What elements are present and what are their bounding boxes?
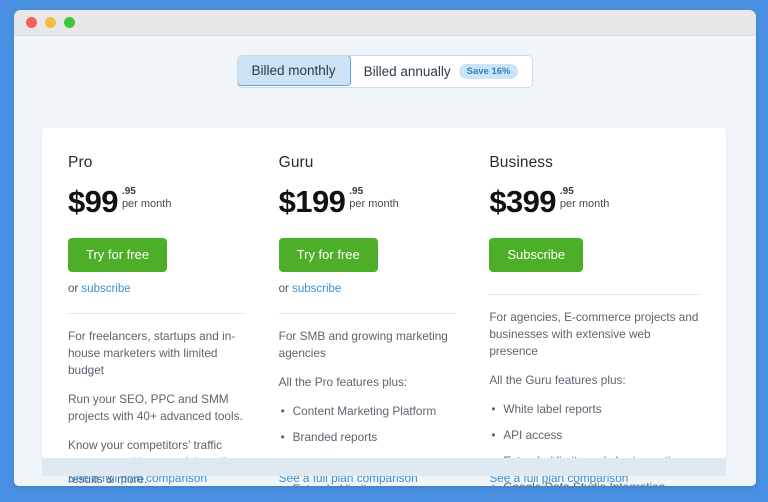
tab-billed-monthly[interactable]: Billed monthly <box>237 56 351 86</box>
feature-item: API access <box>491 427 700 444</box>
subscribe-link-pro[interactable]: subscribe <box>81 283 130 295</box>
plan-price-guru: $199 .95 per month <box>279 186 456 220</box>
plan-column-business: Business $399 .95 per month Subscribe Fo… <box>489 154 700 486</box>
feature-item: White label reports <box>491 401 700 418</box>
cta-button-guru[interactable]: Try for free <box>278 238 378 272</box>
tab-billed-annually-label: Billed annually <box>363 64 451 79</box>
price-amount: $199 <box>278 184 346 219</box>
plan-paragraph: Run your SEO, PPC and SMM projects with … <box>68 391 243 423</box>
plan-column-guru: Guru $199 .95 per month Try for free or … <box>278 154 490 486</box>
subscribe-prefix: or <box>68 282 82 295</box>
cta-button-business[interactable]: Subscribe <box>489 238 584 272</box>
cta-button-pro[interactable]: Try for free <box>68 238 168 272</box>
plan-paragraph: For SMB and growing marketing agencies <box>278 328 448 360</box>
billing-toggle[interactable]: Billed monthly Billed annually Save 16% <box>236 55 534 88</box>
plan-name-pro: Pro <box>68 154 93 171</box>
pricing-columns: Pro $99 .95 per month Try for free or su… <box>42 128 726 486</box>
price-cents: .95 <box>559 186 574 197</box>
subscribe-link-guru[interactable]: subscribe <box>292 283 341 295</box>
plan-name-business: Business <box>489 154 554 171</box>
price-period: per month <box>349 198 399 210</box>
plan-column-pro: Pro $99 .95 per month Try for free or su… <box>68 154 279 486</box>
price-details: .95 per month <box>121 186 172 211</box>
window-minimize-button[interactable] <box>45 17 56 28</box>
browser-titlebar <box>14 10 756 36</box>
pricing-card: Pro $99 .95 per month Try for free or su… <box>42 128 726 486</box>
plan-name-guru: Guru <box>278 154 314 171</box>
price-cents: .95 <box>121 186 136 197</box>
billing-toggle-container: Billed monthly Billed annually Save 16% <box>14 36 756 88</box>
app-frame: Billed monthly Billed annually Save 16% … <box>0 0 768 502</box>
plan-paragraph: For freelancers, startups and in-house m… <box>68 328 236 377</box>
price-amount: $99 <box>68 184 119 219</box>
features-intro: All the Guru features plus: <box>489 372 626 387</box>
price-period: per month <box>559 198 610 210</box>
browser-window: Billed monthly Billed annually Save 16% … <box>14 10 756 486</box>
price-cents: .95 <box>349 186 364 197</box>
feature-item: Branded reports <box>281 429 456 446</box>
column-divider <box>489 293 700 295</box>
plan-price-business: $399 .95 per month <box>489 186 700 220</box>
page-bottom-strip <box>42 458 726 476</box>
plan-price-pro: $99 .95 per month <box>68 186 245 220</box>
features-intro: All the Pro features plus: <box>278 374 408 389</box>
plan-paragraph: For agencies, E-commerce projects and bu… <box>489 309 699 358</box>
column-divider <box>278 312 456 314</box>
price-details: .95 per month <box>349 186 399 211</box>
price-amount: $399 <box>489 184 556 219</box>
save-badge: Save 16% <box>458 63 519 80</box>
column-divider <box>68 312 245 314</box>
tab-billed-annually[interactable]: Billed annually Save 16% <box>349 56 533 87</box>
feature-item: Content Marketing Platform <box>281 403 456 420</box>
subscribe-link-row-pro: or subscribe <box>68 283 245 297</box>
subscribe-prefix: or <box>278 282 293 295</box>
window-maximize-button[interactable] <box>64 17 75 28</box>
price-period: per month <box>121 198 172 210</box>
price-details: .95 per month <box>559 186 610 211</box>
page-viewport: Billed monthly Billed annually Save 16% … <box>14 36 756 486</box>
window-close-button[interactable] <box>26 17 37 28</box>
subscribe-link-row-guru: or subscribe <box>279 283 456 297</box>
